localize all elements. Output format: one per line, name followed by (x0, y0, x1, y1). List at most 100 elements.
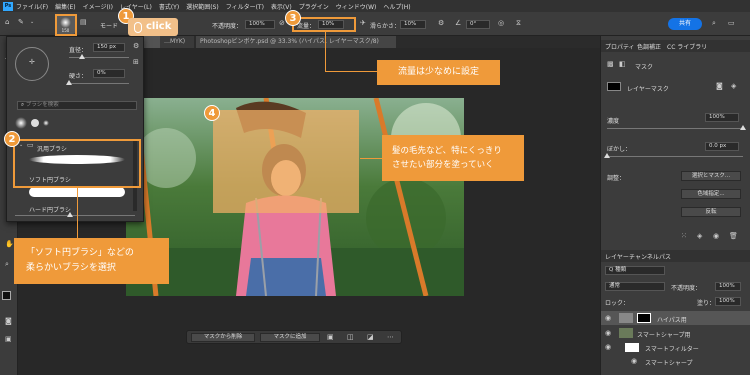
layer-kind-filter[interactable]: Q 種類 (605, 266, 665, 275)
filter-mask-thumbnail (625, 343, 639, 352)
paint-callout-line-1: 髪の毛先など、特にくっきり (392, 146, 502, 156)
menu-plugins[interactable]: プラグイン (299, 2, 329, 11)
properties-tab-strip: プロパティ 色調補正 CC ライブラリ (601, 40, 750, 52)
layer-row-highpass[interactable]: ◉ ハイパス用 (601, 311, 750, 325)
layer-mask-thumbnail[interactable] (637, 313, 651, 323)
apply-mask-icon[interactable]: ◈ (731, 83, 736, 90)
layer-name: スマートフィルター (645, 346, 699, 353)
feather-input[interactable]: 0.0 px (705, 142, 739, 151)
layers-tab-strip: レイヤー チャンネル パス (601, 250, 750, 262)
recent-brush-3[interactable] (43, 120, 49, 126)
hand-tool-icon[interactable]: ✋ (5, 241, 14, 248)
symmetry-icon[interactable]: ⧖ (516, 20, 521, 27)
brush-tool-icon[interactable]: ✎ (18, 19, 24, 26)
gear-icon[interactable]: ⚙ (133, 43, 139, 50)
pressure-opacity-icon[interactable]: ⊘ (279, 20, 285, 27)
menu-filter[interactable]: フィルター(T) (226, 2, 264, 11)
lock-label: ロック： (605, 300, 630, 307)
layer-opacity-input[interactable]: 100% (715, 282, 741, 291)
eye-icon[interactable]: ◉ (605, 330, 611, 337)
chevron-down-icon[interactable]: ⌄ (30, 20, 34, 25)
new-preset-icon[interactable]: ⊞ (133, 59, 139, 66)
share-button[interactable]: 共有 (668, 18, 702, 30)
visibility-icon[interactable]: ◉ (713, 233, 719, 240)
vector-mask-icon[interactable]: ◧ (619, 61, 626, 68)
menu-view[interactable]: 表示(V) (271, 2, 292, 11)
flow-callout: 流量は少なめに設定 (377, 60, 500, 85)
tab-channels[interactable]: チャンネル (629, 252, 659, 261)
select-and-mask-button[interactable]: 選択とマスク... (681, 171, 741, 181)
hardness-slider[interactable] (66, 80, 129, 85)
diameter-slider[interactable] (69, 54, 129, 59)
menu-help[interactable]: ヘルプ(H) (383, 2, 410, 11)
diameter-label: 直径： (69, 47, 88, 54)
tab-properties[interactable]: プロパティ (605, 42, 635, 51)
feather-slider[interactable] (604, 153, 743, 158)
home-icon[interactable]: ⌂ (5, 19, 9, 26)
layer-name: ハイパス用 (657, 317, 687, 324)
layer-mask-label: レイヤーマスク (627, 86, 669, 93)
fill-input[interactable]: 100% (715, 297, 741, 306)
recent-brush-1[interactable] (15, 117, 27, 129)
density-slider[interactable] (607, 125, 746, 130)
search-icon[interactable]: ⌕ (712, 20, 716, 27)
settings-gear-icon[interactable]: ⚙ (438, 20, 444, 27)
eye-icon[interactable]: ◉ (631, 358, 637, 365)
pixel-mask-icon[interactable]: ▩ (607, 61, 614, 68)
mask-feather-icon[interactable]: ◫ (347, 334, 354, 341)
tab-cc-libraries[interactable]: CC ライブラリ (667, 42, 707, 51)
workspace-icon[interactable]: ▭ (728, 20, 735, 27)
foreground-color-swatch[interactable] (2, 291, 11, 300)
brush-item-hard-round[interactable]: ハード円ブラシ (29, 205, 71, 214)
invert-button[interactable]: 反転 (681, 207, 741, 217)
preview-size-slider[interactable] (15, 212, 135, 217)
recent-brush-2[interactable] (31, 119, 39, 127)
apply-icon[interactable]: ◈ (697, 233, 702, 240)
document-photo[interactable] (126, 98, 464, 296)
delete-icon[interactable]: 🗑 (729, 233, 738, 240)
mask-title: マスク (635, 64, 654, 71)
menu-image[interactable]: イメージ(I) (83, 2, 113, 11)
subtract-from-mask-button[interactable]: マスクから削除 (191, 333, 255, 342)
density-input[interactable]: 100% (705, 113, 739, 122)
menu-type[interactable]: 書式(Y) (159, 2, 179, 11)
quick-mask-icon[interactable]: ◙ (5, 318, 12, 325)
tab-document-2[interactable]: Photoshopビンボケ.psd @ 33.3% (ハイパス, レイヤーマスク… (196, 36, 396, 48)
hardness-input[interactable]: 0% (93, 69, 125, 78)
tab-adjustments[interactable]: 色調補正 (637, 42, 661, 51)
layer-row-smartsharpen[interactable]: ◉ スマートシャープ用 (601, 326, 750, 340)
add-to-mask-button[interactable]: マスクに追加 (260, 333, 320, 342)
airbrush-icon[interactable]: ✈ (360, 20, 366, 27)
menu-window[interactable]: ウィンドウ(W) (336, 2, 377, 11)
tab-layers[interactable]: レイヤー (605, 252, 629, 261)
brush-search-input[interactable]: ⌕ ブラシを検索 (17, 101, 137, 110)
menu-edit[interactable]: 編集(E) (55, 2, 75, 11)
blend-mode-select[interactable]: 通常 (605, 282, 665, 291)
pressure-size-icon[interactable]: ◎ (498, 20, 504, 27)
paint-callout: 髪の毛先など、特にくっきり させたい部分を塗っていく (382, 135, 524, 181)
more-options-icon[interactable]: ⋯ (387, 334, 394, 341)
mask-invert-icon[interactable]: ▣ (327, 334, 334, 341)
highlight-flow-setting (292, 17, 356, 32)
angle-input[interactable]: 0° (466, 20, 490, 29)
eye-icon[interactable]: ◉ (605, 344, 611, 351)
layer-row-smartfilters[interactable]: ◉ スマートフィルター (601, 341, 750, 354)
brush-callout-line-1: 「ソフト円ブラシ」などの (26, 248, 134, 258)
tab-paths[interactable]: パス (659, 252, 671, 261)
color-range-button[interactable]: 色域指定... (681, 189, 741, 199)
opacity-input[interactable]: 100% (245, 20, 275, 29)
menu-file[interactable]: ファイル(F) (16, 2, 48, 11)
eye-icon[interactable]: ◉ (605, 315, 611, 322)
smoothing-input[interactable]: 10% (400, 20, 426, 29)
diameter-input[interactable]: 150 px (93, 43, 125, 52)
zoom-tool-icon[interactable]: ⌕ (5, 261, 9, 268)
toggle-brush-panel-icon[interactable]: ▤ (80, 19, 87, 26)
layer-row-filter[interactable]: ◉ スマートシャープ (601, 355, 750, 368)
screen-mode-icon[interactable]: ▣ (5, 336, 12, 343)
density-label: 濃度 (607, 118, 620, 125)
tab-document-1[interactable]: …MYK) (160, 36, 194, 48)
select-mask-icon[interactable]: ◙ (716, 83, 723, 90)
mask-fill-icon[interactable]: ◪ (367, 334, 374, 341)
load-selection-icon[interactable]: ⁙ (681, 233, 687, 240)
menu-select[interactable]: 選択範囲(S) (186, 2, 219, 11)
